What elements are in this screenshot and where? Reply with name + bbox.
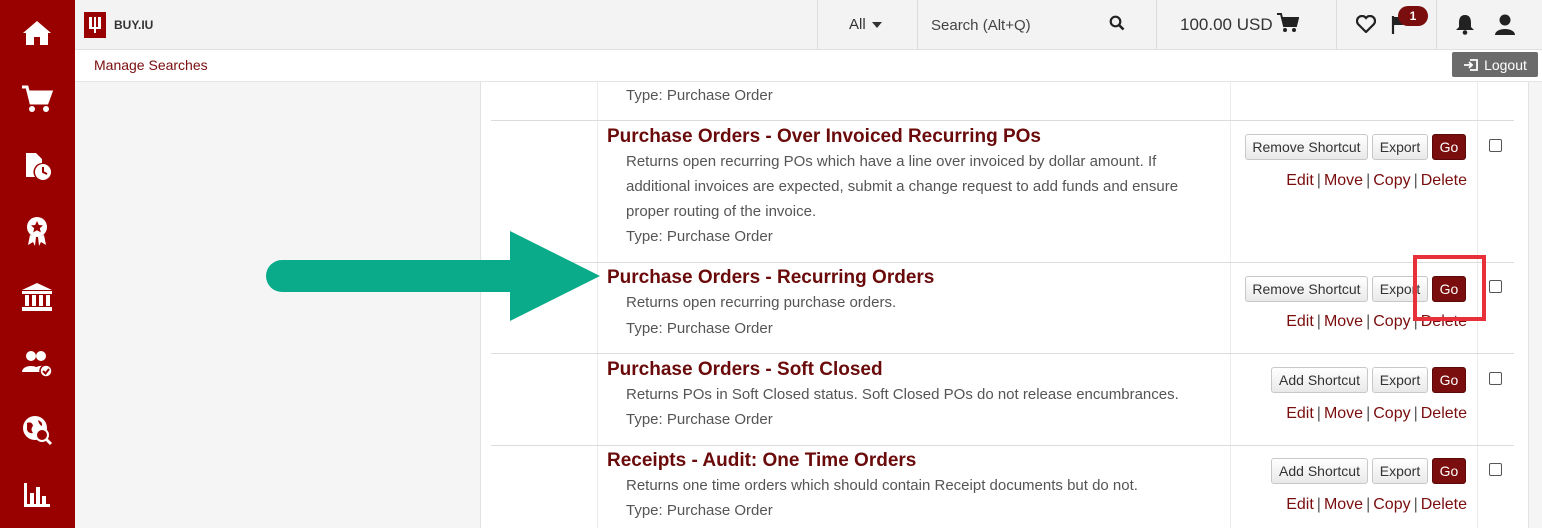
- saved-search-title[interactable]: Purchase Orders - Recurring Orders: [607, 267, 934, 289]
- move-link[interactable]: Move: [1324, 405, 1363, 422]
- export-button[interactable]: Export: [1372, 367, 1428, 393]
- left-nav-sidebar: [0, 0, 75, 528]
- row-actions: Edit | Move | Copy | Delete: [1286, 313, 1467, 330]
- saved-search-description: Returns one time orders which should con…: [626, 477, 1138, 494]
- edit-link[interactable]: Edit: [1286, 496, 1314, 513]
- saved-search-description: Returns open recurring POs which have a …: [626, 153, 1179, 220]
- cart-total[interactable]: 100.00 USD: [1180, 15, 1273, 35]
- edit-link[interactable]: Edit: [1286, 172, 1314, 189]
- move-link[interactable]: Move: [1324, 496, 1363, 513]
- row-checkbox[interactable]: [1489, 372, 1502, 385]
- sub-header: Manage Searches Logout: [75, 50, 1542, 82]
- divider: [917, 0, 918, 50]
- edit-link[interactable]: Edit: [1286, 313, 1314, 330]
- delete-link[interactable]: Delete: [1421, 496, 1467, 513]
- delete-link[interactable]: Delete: [1421, 405, 1467, 422]
- move-link[interactable]: Move: [1324, 172, 1363, 189]
- row-divider: [491, 353, 1514, 354]
- row-divider: [491, 262, 1514, 263]
- saved-search-description: Returns open recurring purchase orders.: [626, 294, 897, 311]
- brand-name: BUY.IU: [114, 18, 154, 32]
- search-scope-label: All: [849, 16, 866, 33]
- divider: [1436, 0, 1437, 50]
- add-shortcut-button[interactable]: Add Shortcut: [1271, 458, 1368, 484]
- users-check-icon[interactable]: [20, 346, 54, 380]
- manage-searches-link[interactable]: Manage Searches: [94, 57, 208, 73]
- search-type-label: Type: Purchase Order: [626, 87, 773, 104]
- search-input[interactable]: [931, 14, 1111, 36]
- saved-search-title[interactable]: Purchase Orders - Soft Closed: [607, 359, 883, 381]
- saved-search-title[interactable]: Receipts - Audit: One Time Orders: [607, 450, 916, 472]
- export-button[interactable]: Export: [1372, 276, 1428, 302]
- export-button[interactable]: Export: [1372, 134, 1428, 160]
- globe-search-icon[interactable]: [20, 413, 54, 447]
- divider: [817, 0, 818, 50]
- row-checkbox[interactable]: [1489, 139, 1502, 152]
- row-actions: Edit | Move | Copy | Delete: [1286, 172, 1467, 189]
- saved-search-description: Returns POs in Soft Closed status. Soft …: [626, 386, 1179, 403]
- heart-icon[interactable]: [1355, 14, 1377, 38]
- documents-clock-icon[interactable]: [20, 148, 54, 182]
- logout-icon: [1464, 58, 1478, 71]
- award-icon[interactable]: [20, 214, 54, 248]
- bank-icon[interactable]: [20, 280, 54, 314]
- bar-chart-icon[interactable]: [20, 478, 54, 512]
- row-actions: Edit | Move | Copy | Delete: [1286, 496, 1467, 513]
- divider: [1156, 0, 1157, 50]
- remove-shortcut-button[interactable]: Remove Shortcut: [1245, 134, 1368, 160]
- delete-link[interactable]: Delete: [1421, 313, 1467, 330]
- logout-label: Logout: [1484, 56, 1527, 73]
- copy-link[interactable]: Copy: [1373, 313, 1410, 330]
- copy-link[interactable]: Copy: [1373, 172, 1410, 189]
- notification-count-badge: 1: [1398, 6, 1428, 26]
- bell-icon[interactable]: [1455, 14, 1475, 40]
- edit-link[interactable]: Edit: [1286, 405, 1314, 422]
- iu-trident-icon: [84, 12, 106, 38]
- divider: [1336, 0, 1337, 50]
- go-button[interactable]: Go: [1432, 134, 1466, 160]
- logout-button[interactable]: Logout: [1452, 52, 1538, 77]
- go-button[interactable]: Go: [1432, 276, 1466, 302]
- row-divider: [491, 120, 1514, 121]
- column-divider: [1230, 82, 1231, 528]
- copy-link[interactable]: Copy: [1373, 405, 1410, 422]
- row-divider: [491, 445, 1514, 446]
- search-scope-dropdown[interactable]: All: [849, 16, 882, 33]
- add-shortcut-button[interactable]: Add Shortcut: [1271, 367, 1368, 393]
- move-link[interactable]: Move: [1324, 313, 1363, 330]
- search-type-label: Type: Purchase Order: [626, 411, 773, 428]
- go-button[interactable]: Go: [1432, 458, 1466, 484]
- cart-icon[interactable]: [20, 82, 54, 116]
- row-actions: Edit | Move | Copy | Delete: [1286, 405, 1467, 422]
- caret-down-icon: [871, 21, 882, 28]
- remove-shortcut-button[interactable]: Remove Shortcut: [1245, 276, 1368, 302]
- column-divider: [1477, 82, 1478, 528]
- top-header: BUY.IU All 100.00 USD 1: [75, 0, 1542, 50]
- search-type-label: Type: Purchase Order: [626, 320, 773, 337]
- annotation-arrow-icon: [266, 231, 600, 321]
- go-button[interactable]: Go: [1432, 367, 1466, 393]
- row-checkbox[interactable]: [1489, 280, 1502, 293]
- home-icon[interactable]: [20, 16, 54, 50]
- export-button[interactable]: Export: [1372, 458, 1428, 484]
- brand-logo[interactable]: BUY.IU: [84, 12, 153, 38]
- search-icon[interactable]: [1109, 15, 1125, 36]
- search-type-label: Type: Purchase Order: [626, 228, 773, 245]
- saved-search-title[interactable]: Purchase Orders - Over Invoiced Recurrin…: [607, 126, 1041, 148]
- search-type-label: Type: Purchase Order: [626, 502, 773, 519]
- copy-link[interactable]: Copy: [1373, 496, 1410, 513]
- row-checkbox[interactable]: [1489, 463, 1502, 476]
- delete-link[interactable]: Delete: [1421, 172, 1467, 189]
- user-icon[interactable]: [1494, 14, 1516, 40]
- cart-icon[interactable]: [1277, 13, 1300, 38]
